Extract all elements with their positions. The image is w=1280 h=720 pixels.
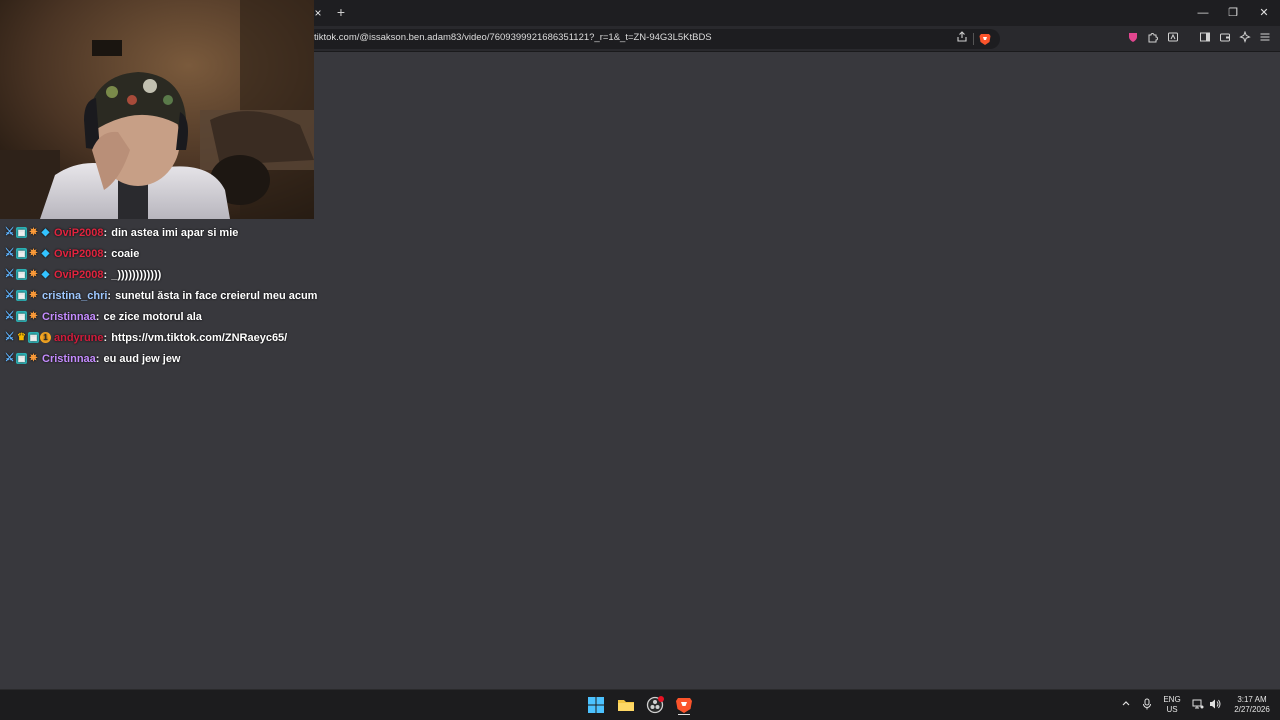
chat-username: Cristinnaa (42, 310, 96, 323)
chat-text: sunetul ăsta in face creierul meu acum (115, 289, 318, 302)
chat-username: OviP2008 (54, 268, 104, 281)
wallet-icon[interactable] (1217, 31, 1233, 47)
chat-text: din astea imi apar si mie (111, 226, 239, 239)
close-window-button[interactable]: ✕ (1254, 4, 1274, 22)
chat-colon: : (103, 268, 108, 281)
chat-username: OviP2008 (54, 247, 104, 260)
badge-sword-icon: ⚔ (4, 289, 15, 301)
badge-star-icon: ✵ (29, 227, 38, 238)
language-top[interactable]: ENG (1160, 695, 1184, 705)
badge-star-icon: ✵ (29, 248, 38, 259)
chat-colon: : (95, 352, 100, 365)
badge-sword-icon: ⚔ (4, 268, 15, 280)
chat-message: ⚔ ▦ ✵ cristina_chri: sunetul ăsta in face cr… (4, 285, 334, 306)
url-separator (973, 33, 974, 45)
address-bar[interactable]: tiktok.com/@issakson.ben.adam83/video/76… (306, 29, 1000, 49)
windows-taskbar: ENG US 3:17 AM 2/27/2026 (0, 689, 1280, 720)
language-bottom[interactable]: US (1160, 705, 1184, 715)
chat-colon: : (103, 247, 108, 260)
chat-username: OviP2008 (54, 226, 104, 239)
file-explorer-icon[interactable] (616, 695, 636, 715)
badge-star-icon: ✵ (29, 311, 38, 322)
extensions-icon[interactable] (1145, 31, 1161, 47)
chat-colon: : (95, 310, 100, 323)
chat-username: Cristinnaa (42, 352, 96, 365)
webcam-image (0, 0, 314, 219)
chat-message: ⚔ ♛ ▦ 1 andyrune: https://vm.tiktok.com/ZNRae… (4, 327, 334, 348)
badge-sword-icon: ⚔ (4, 226, 15, 238)
chat-text: https://vm.tiktok.com/ZNRaeyc65/ (111, 331, 288, 344)
badge-gem-icon: ◆ (41, 248, 50, 259)
chat-text: eu aud jew jew (103, 352, 181, 365)
volume-icon[interactable] (1207, 698, 1223, 712)
windows-start-icon[interactable] (586, 695, 606, 715)
brave-browser-taskbar-icon[interactable] (674, 695, 694, 716)
badge-star-icon: ✵ (29, 353, 38, 364)
badge-sword-icon: ⚔ (4, 331, 15, 343)
chat-text: ce zice motorul ala (103, 310, 202, 323)
chat-colon: : (103, 331, 108, 344)
chat-username: andyrune (54, 331, 104, 344)
minimize-button[interactable]: — (1193, 4, 1213, 22)
webcam-feed (0, 0, 314, 219)
badge-gem-icon: ◆ (41, 227, 50, 238)
chat-username: cristina_chri (42, 289, 108, 302)
clock-time[interactable]: 3:17 AM (1228, 695, 1276, 705)
chat-colon: : (103, 226, 108, 239)
menu-icon[interactable] (1257, 31, 1273, 47)
chat-text: coaie (111, 247, 140, 260)
badge-sword-icon: ⚔ (4, 352, 15, 364)
badge-gem-icon: ◆ (41, 269, 50, 280)
chat-text: _)))))))))))) (111, 268, 162, 281)
network-icon[interactable] (1190, 698, 1206, 712)
badge-grid-icon: ▦ (16, 353, 27, 364)
new-tab-button[interactable]: + (334, 4, 348, 20)
badge-grid-icon: ▦ (16, 290, 27, 301)
chat-message: ⚔ ▦ ✵ Cristinnaa: ce zice motorul ala (4, 306, 334, 327)
rewards-icon[interactable] (1125, 31, 1141, 47)
badge-star-icon: ✵ (29, 290, 38, 301)
clock-date[interactable]: 2/27/2026 (1228, 705, 1276, 715)
badge-one-icon: 1 (40, 332, 51, 343)
chat-message: ⚔ ▦ ✵ Cristinnaa: eu aud jew jew (4, 348, 334, 369)
badge-sword-icon: ⚔ (4, 310, 15, 322)
badge-grid-icon: ▦ (16, 311, 27, 322)
badge-star-icon: ✵ (29, 269, 38, 280)
chat-message: ⚔ ▦ ✵ ◆ OviP2008: coaie (4, 243, 334, 264)
chevron-up-icon[interactable] (1119, 698, 1133, 712)
obs-studio-icon[interactable] (645, 695, 665, 715)
brave-shields-icon[interactable] (978, 32, 992, 46)
share-icon[interactable] (954, 31, 970, 47)
sidebar-icon[interactable] (1197, 31, 1213, 47)
restore-button[interactable]: ❐ (1223, 4, 1243, 22)
badge-grid-icon: ▦ (28, 332, 39, 343)
chat-message: ⚔ ▦ ✵ ◆ OviP2008: _)))))))))))) (4, 264, 334, 285)
badge-grid-icon: ▦ (16, 227, 27, 238)
chat-overlay: ⚔ ▦ ✵ ◆ OviP2008: din astea imi apar si mie ⚔ ▦… (4, 222, 334, 369)
badge-sword-icon: ⚔ (4, 247, 15, 259)
translate-icon[interactable] (1165, 31, 1181, 47)
leo-ai-icon[interactable] (1237, 30, 1253, 47)
badge-grid-icon: ▦ (16, 248, 27, 259)
badge-grid-icon: ▦ (16, 269, 27, 280)
chat-message: ⚔ ▦ ✵ ◆ OviP2008: din astea imi apar si mie (4, 222, 334, 243)
chat-colon: : (107, 289, 112, 302)
screen: × + — ❐ ✕ tiktok.com/@issakson.ben.adam8… (0, 0, 1280, 720)
microphone-icon[interactable] (1140, 698, 1154, 712)
badge-crown-icon: ♛ (17, 332, 26, 343)
url-text[interactable]: tiktok.com/@issakson.ben.adam83/video/76… (314, 32, 712, 43)
